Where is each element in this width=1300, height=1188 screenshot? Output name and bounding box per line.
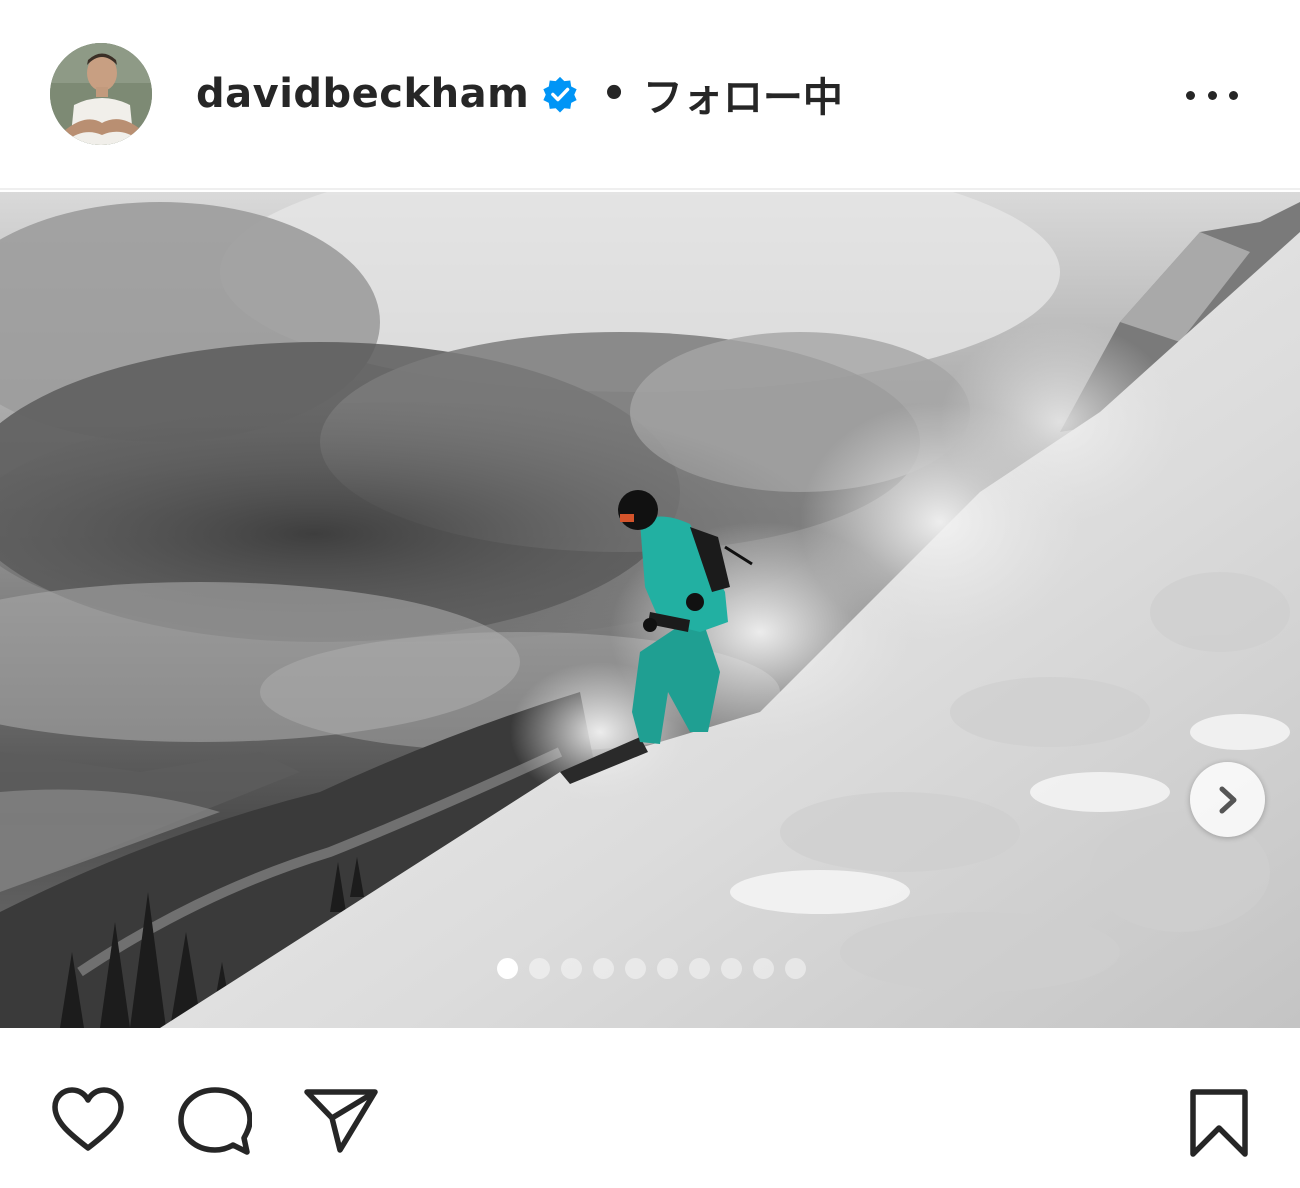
paper-plane-icon[interactable] — [304, 1088, 378, 1158]
action-bar — [0, 1028, 1300, 1188]
carousel-dot — [657, 958, 678, 979]
next-slide-button[interactable] — [1190, 762, 1265, 837]
more-options-icon[interactable] — [1186, 72, 1238, 118]
carousel-dot — [593, 958, 614, 979]
carousel-dot — [689, 958, 710, 979]
verified-badge-icon — [541, 75, 579, 113]
follow-status-button[interactable]: フォロー中 — [643, 65, 843, 123]
carousel-dot — [753, 958, 774, 979]
post-image[interactable] — [0, 192, 1300, 1028]
carousel-indicator — [497, 958, 806, 979]
post-header: davidbeckham • フォロー中 — [0, 0, 1300, 190]
avatar[interactable] — [50, 43, 152, 145]
carousel-dot — [625, 958, 646, 979]
carousel-dot — [497, 958, 518, 979]
comment-icon[interactable] — [178, 1086, 253, 1162]
carousel-dot — [785, 958, 806, 979]
carousel-dot — [721, 958, 742, 979]
bookmark-icon[interactable] — [1188, 1088, 1250, 1162]
chevron-right-icon — [1215, 785, 1241, 815]
carousel-dot — [529, 958, 550, 979]
username[interactable]: davidbeckham — [196, 71, 529, 117]
carousel-dot — [561, 958, 582, 979]
heart-icon[interactable] — [50, 1086, 126, 1158]
separator-dot: • — [601, 71, 627, 117]
